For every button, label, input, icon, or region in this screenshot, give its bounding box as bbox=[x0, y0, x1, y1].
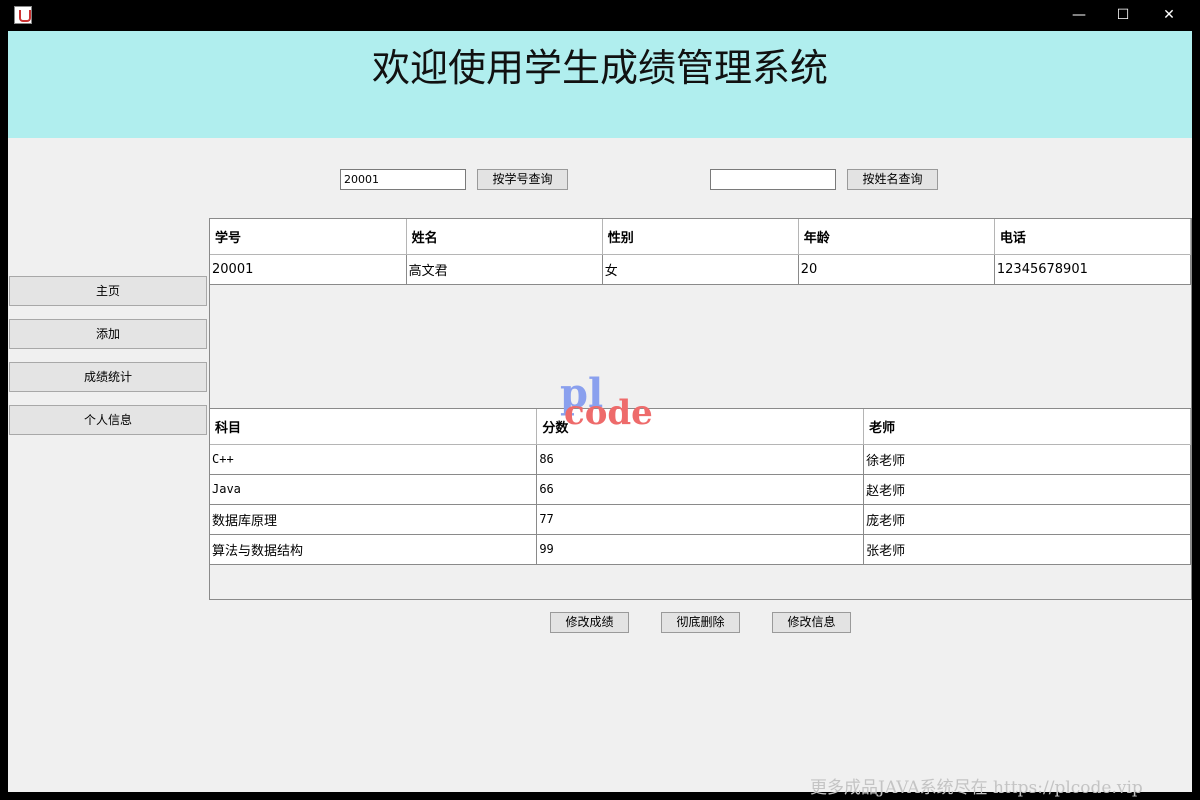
title-bar[interactable]: — ☐ ✕ bbox=[0, 0, 1200, 31]
cell-teacher[interactable]: 徐老师 bbox=[863, 444, 1191, 475]
cell-teacher[interactable]: 张老师 bbox=[863, 534, 1191, 565]
cell-score[interactable]: 66 bbox=[536, 474, 865, 505]
cell-subject[interactable]: 算法与数据结构 bbox=[210, 534, 538, 565]
student-table-header: 学号 姓名 性别 年龄 电话 bbox=[210, 219, 1192, 255]
sidebar-item-personal-info[interactable]: 个人信息 bbox=[9, 405, 207, 435]
close-button[interactable]: ✕ bbox=[1146, 0, 1192, 31]
search-by-id-button[interactable]: 按学号查询 bbox=[477, 169, 568, 190]
table-row[interactable]: Java 66 赵老师 bbox=[210, 474, 1191, 505]
java-app-icon bbox=[14, 6, 32, 24]
cell-score[interactable]: 86 bbox=[536, 444, 865, 475]
student-name-input[interactable] bbox=[710, 169, 836, 190]
cell-subject[interactable]: 数据库原理 bbox=[210, 504, 538, 535]
logo-text-code: code bbox=[564, 393, 653, 433]
client-area: 欢迎使用学生成绩管理系统 按学号查询 按姓名查询 主页 添加 成绩统计 个人信息… bbox=[8, 31, 1192, 792]
plcode-logo: pl code bbox=[560, 374, 660, 434]
edit-score-button[interactable]: 修改成绩 bbox=[550, 612, 629, 633]
column-header-gender[interactable]: 性别 bbox=[602, 219, 799, 255]
minimize-button[interactable]: — bbox=[1056, 0, 1102, 31]
delete-button[interactable]: 彻底删除 bbox=[661, 612, 740, 633]
sidebar-item-score-stats[interactable]: 成绩统计 bbox=[9, 362, 207, 392]
page-title: 欢迎使用学生成绩管理系统 bbox=[371, 46, 828, 90]
column-header-id[interactable]: 学号 bbox=[210, 219, 407, 255]
cell-teacher[interactable]: 赵老师 bbox=[863, 474, 1191, 505]
score-table-header: 科目 分数 老师 bbox=[210, 409, 1191, 445]
column-header-name[interactable]: 姓名 bbox=[406, 219, 603, 255]
table-row[interactable]: 20001 高文君 女 20 12345678901 bbox=[210, 254, 1192, 285]
maximize-button[interactable]: ☐ bbox=[1100, 0, 1146, 31]
score-table: 科目 分数 老师 C++ 86 徐老师 Java 66 赵老师 数据库原理 77 bbox=[209, 408, 1192, 600]
sidebar-item-home[interactable]: 主页 bbox=[9, 276, 207, 306]
column-header-phone[interactable]: 电话 bbox=[994, 219, 1192, 255]
cell-phone[interactable]: 12345678901 bbox=[994, 254, 1192, 285]
cell-subject[interactable]: C++ bbox=[210, 444, 538, 475]
cell-id[interactable]: 20001 bbox=[210, 254, 407, 285]
table-row[interactable]: 数据库原理 77 庞老师 bbox=[210, 504, 1191, 535]
app-window: — ☐ ✕ 欢迎使用学生成绩管理系统 按学号查询 按姓名查询 主页 添加 成绩统… bbox=[0, 0, 1200, 800]
student-table: 学号 姓名 性别 年龄 电话 20001 高文君 女 20 1234567890… bbox=[209, 218, 1192, 409]
student-id-input[interactable] bbox=[340, 169, 466, 190]
edit-info-button[interactable]: 修改信息 bbox=[772, 612, 851, 633]
column-header-age[interactable]: 年龄 bbox=[798, 219, 995, 255]
search-by-name-button[interactable]: 按姓名查询 bbox=[847, 169, 938, 190]
column-header-subject[interactable]: 科目 bbox=[210, 409, 538, 445]
cell-gender[interactable]: 女 bbox=[602, 254, 799, 285]
sidebar-item-add[interactable]: 添加 bbox=[9, 319, 207, 349]
cell-age[interactable]: 20 bbox=[798, 254, 995, 285]
header-banner: 欢迎使用学生成绩管理系统 bbox=[8, 31, 1192, 138]
cell-score[interactable]: 77 bbox=[536, 504, 865, 535]
cell-score[interactable]: 99 bbox=[536, 534, 865, 565]
table-row[interactable]: C++ 86 徐老师 bbox=[210, 444, 1191, 475]
table-row[interactable]: 算法与数据结构 99 张老师 bbox=[210, 534, 1191, 565]
column-header-teacher[interactable]: 老师 bbox=[863, 409, 1191, 445]
site-watermark: 更多成品JAVA系统尽在 https://plcode.vip bbox=[810, 778, 1143, 798]
cell-subject[interactable]: Java bbox=[210, 474, 538, 505]
cell-teacher[interactable]: 庞老师 bbox=[863, 504, 1191, 535]
cell-name[interactable]: 高文君 bbox=[406, 254, 603, 285]
